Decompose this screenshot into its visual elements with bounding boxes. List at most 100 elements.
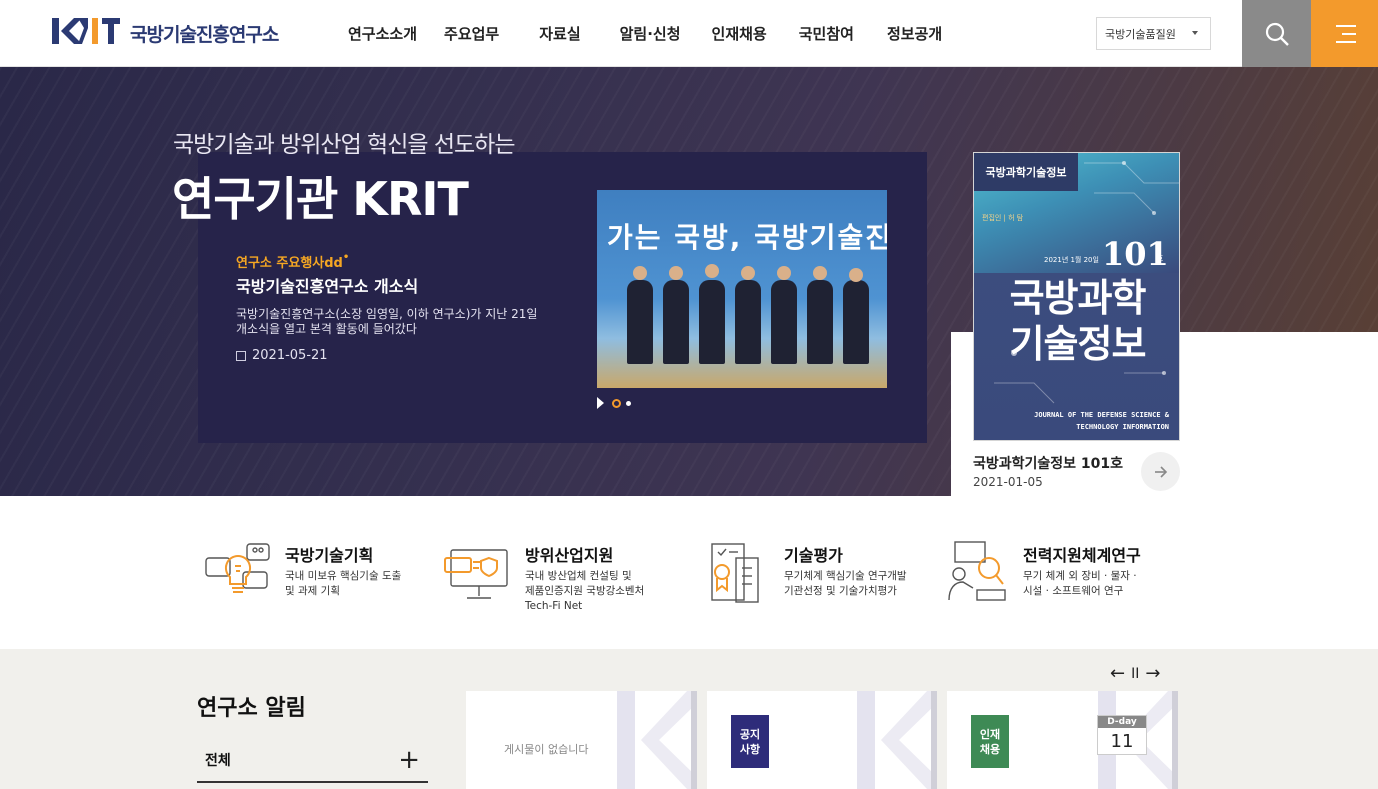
photo-person-head	[777, 266, 791, 280]
photo-person	[807, 280, 833, 364]
notice-card[interactable]: 게시물이 없습니다	[466, 691, 697, 789]
notice-section: 연구소 알림 전체 + ← II → 게시물이 없습니다 공지 사항 인재 채용…	[0, 649, 1378, 789]
site-header: 국방기술진흥연구소 연구소소개 주요업무 자료실 알림·신청 인재채용 국민참여…	[0, 0, 1378, 67]
hero-title: 연구기관 KRIT	[172, 172, 469, 226]
service-desc-line: 국내 방산업체 컨설팅 및	[525, 570, 632, 582]
photo-person	[663, 280, 689, 364]
slide-dot[interactable]	[626, 400, 631, 406]
badge-line: 채용	[979, 742, 1001, 756]
nav-item-recruit[interactable]: 인재채용	[712, 23, 767, 44]
notice-empty-text: 게시물이 없습니다	[504, 743, 589, 756]
badge-line: 사항	[739, 742, 761, 756]
calendar-icon	[236, 350, 246, 361]
photo-banner-text: 가는 국방, 국방기술진흥	[607, 221, 887, 254]
all-menu-button[interactable]	[1311, 0, 1378, 67]
service-desc-line: 기관선정 및 기술가치평가	[784, 585, 897, 597]
journal-date: 2021-01-05	[973, 475, 1043, 489]
search-icon	[1265, 22, 1289, 46]
slide-controls	[597, 397, 631, 409]
plus-icon[interactable]: +	[398, 745, 420, 775]
service-title: 기술평가	[784, 546, 843, 565]
photo-person-head	[741, 266, 755, 280]
service-title: 방위산업지원	[525, 546, 614, 565]
badge-line: 공지	[739, 727, 761, 741]
notice-slider-controls: ← II →	[1110, 663, 1166, 684]
service-desc-line: 무기체계 핵심기술 연구개발	[784, 570, 907, 582]
service-desc-line: 무기 체계 외 장비 · 물자 ·	[1023, 570, 1137, 582]
nav-item-notice-apply[interactable]: 알림·신청	[620, 23, 681, 44]
researcher-magnifier-icon	[948, 541, 1006, 601]
service-desc-line: 국내 미보유 핵심기술 도출	[285, 570, 402, 582]
journal-english-line-1: JOURNAL OF THE DEFENSE SCIENCE &	[1034, 411, 1169, 419]
k-watermark-icon	[617, 691, 697, 789]
slide-category-mark: •	[342, 252, 350, 263]
journal-cover[interactable]: 국방과학기술정보 편집인 | 허 탐 2021년 1월 20일 101 호 국방…	[973, 152, 1180, 441]
logo-text: 국방기술진흥연구소	[130, 23, 279, 46]
service-desc-line: Tech-Fi Net	[525, 600, 583, 612]
slide-photo[interactable]: 가는 국방, 국방기술진흥	[597, 190, 887, 388]
service-item-planning[interactable]: 국방기술기획 국내 미보유 핵심기술 도출 및 과제 기획	[203, 538, 401, 608]
pause-icon[interactable]: II	[1131, 666, 1139, 682]
journal-more-button[interactable]	[1141, 452, 1180, 491]
search-button[interactable]	[1242, 0, 1311, 67]
notice-badge: 공지 사항	[731, 715, 769, 768]
service-item-evaluation[interactable]: 기술평가 무기체계 핵심기술 연구개발 기관선정 및 기술가치평가	[702, 538, 907, 608]
photo-person-head	[705, 264, 719, 278]
nav-item-library[interactable]: 자료실	[539, 23, 580, 44]
nav-item-about[interactable]: 연구소소개	[348, 23, 417, 44]
recruit-card[interactable]: 인재 채용 D-day 11	[947, 691, 1178, 789]
photo-person	[771, 280, 797, 364]
dday-counter: D-day 11	[1097, 715, 1147, 755]
site-logo[interactable]: 국방기술진흥연구소	[52, 14, 279, 52]
recruit-badge: 인재 채용	[971, 715, 1009, 768]
nav-item-disclosure[interactable]: 정보공개	[887, 23, 942, 44]
photo-person-head	[669, 266, 683, 280]
slide-dot-active[interactable]	[612, 398, 621, 408]
slide-category-text: 연구소 주요행사dd	[236, 256, 343, 271]
notice-title: 연구소 알림	[197, 696, 306, 721]
hamburger-menu-icon	[1335, 24, 1356, 43]
journal-cover-english: JOURNAL OF THE DEFENSE SCIENCE & TECHNOL…	[989, 409, 1169, 433]
monitor-shield-icon	[444, 549, 508, 599]
photo-person-head	[633, 266, 647, 280]
slide-description: 국방기술진흥연구소(소장 임영일, 이하 연구소)가 지난 21일 개소식을 열…	[236, 307, 538, 336]
slide-title[interactable]: 국방기술진흥연구소 개소식	[236, 273, 418, 297]
badge-line: 인재	[979, 727, 1001, 741]
journal-issue-suffix: 호	[1156, 254, 1164, 263]
k-watermark-icon	[857, 691, 937, 789]
slide-date: 2021-05-21	[236, 348, 328, 363]
photo-person	[699, 280, 725, 364]
service-item-defense-industry[interactable]: 방위산업지원 국내 방산업체 컨설팅 및 제품인증지원 국방강소벤처 Tech-…	[443, 538, 644, 614]
service-item-support-system[interactable]: 전력지원체계연구 무기 체계 외 장비 · 물자 · 시설 · 소프트웨어 연구	[941, 538, 1141, 608]
arrow-left-icon[interactable]: ←	[1110, 663, 1125, 684]
notice-filter-tab[interactable]: 전체 +	[197, 739, 428, 783]
nav-item-business[interactable]: 주요업무	[444, 23, 499, 44]
related-site-value: 국방기술품질원	[1105, 27, 1176, 41]
notice-filter-label: 전체	[205, 753, 231, 769]
hero-subtitle: 국방기술과 방위산업 혁신을 선도하는	[173, 132, 515, 158]
krit-logo-mark	[52, 18, 122, 48]
service-desc-line: 제품인증지원 국방강소벤처	[525, 585, 645, 597]
arrow-right-icon[interactable]: →	[1145, 663, 1160, 684]
photo-person-head	[849, 268, 863, 282]
journal-issue-date: 2021년 1월 20일	[1044, 256, 1099, 264]
services-section: 국방기술기획 국내 미보유 핵심기술 도출 및 과제 기획 방위산업지원 국내 …	[0, 496, 1378, 649]
photo-person	[843, 280, 869, 364]
journal-english-line-2: TECHNOLOGY INFORMATION	[1076, 423, 1169, 431]
service-desc: 무기체계 핵심기술 연구개발 기관선정 및 기술가치평가	[784, 569, 907, 599]
slide-date-text: 2021-05-21	[252, 348, 328, 363]
arrow-right-icon	[1154, 465, 1167, 478]
photo-person	[735, 280, 761, 364]
journal-cover-title-2: 기술정보	[1009, 322, 1147, 366]
lightbulb-chat-icon	[205, 543, 270, 593]
service-desc: 국내 미보유 핵심기술 도출 및 과제 기획	[285, 569, 401, 599]
play-icon[interactable]	[597, 397, 604, 409]
journal-caption[interactable]: 국방과학기술정보 101호	[973, 453, 1123, 473]
notice-card[interactable]: 공지 사항	[707, 691, 937, 789]
related-site-select[interactable]: 국방기술품질원	[1096, 17, 1211, 50]
main-nav: 연구소소개 주요업무 자료실 알림·신청 인재채용 국민참여 정보공개	[330, 0, 942, 67]
dday-value: 11	[1110, 731, 1134, 752]
nav-item-participation[interactable]: 국민참여	[799, 23, 854, 44]
dday-label: D-day	[1098, 716, 1146, 728]
service-title: 전력지원체계연구	[1023, 546, 1141, 565]
